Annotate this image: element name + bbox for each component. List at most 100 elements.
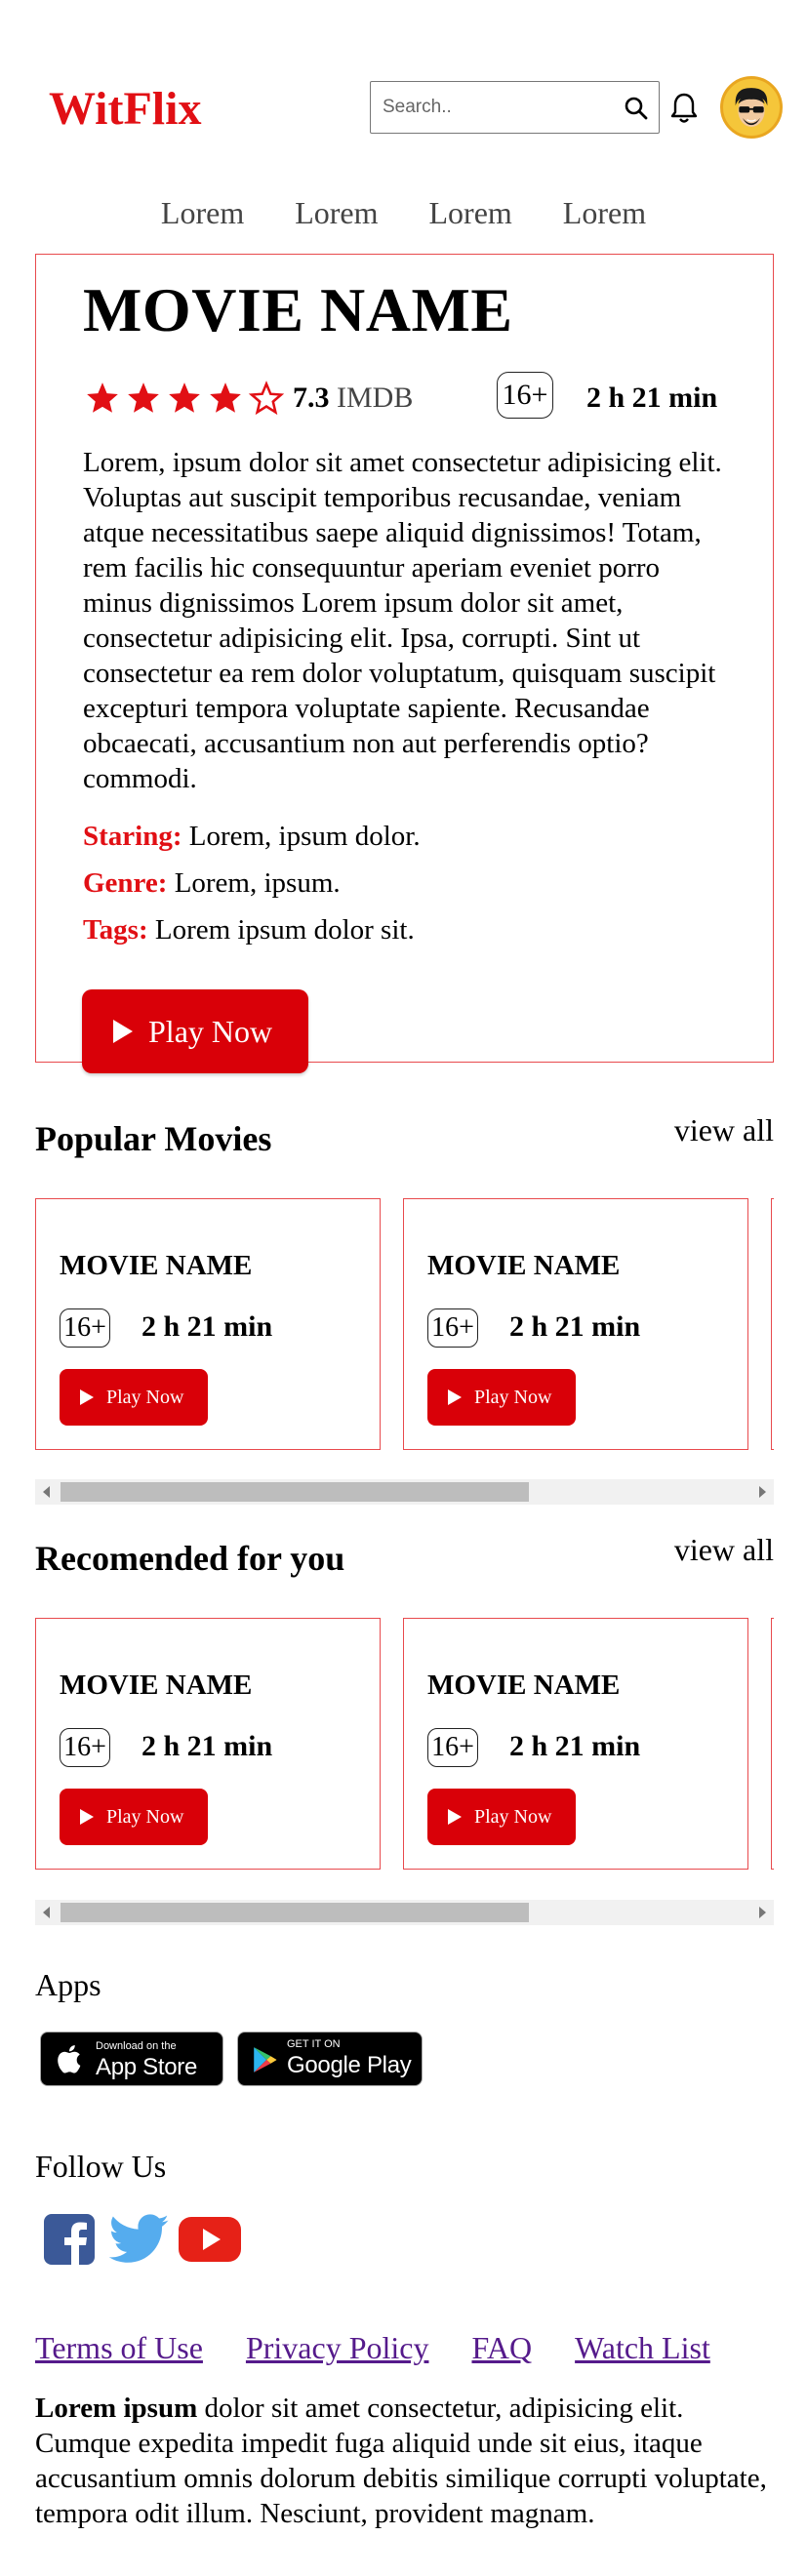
follow-us-label: Follow Us	[35, 2149, 167, 2184]
recommended-movies-row[interactable]: MOVIE NAME 16+ 2 h 21 min Play Now MOVIE…	[35, 1618, 774, 1872]
play-now-button[interactable]: Play Now	[427, 1789, 576, 1845]
play-icon	[448, 1389, 462, 1405]
play-now-label: Play Now	[148, 1013, 273, 1049]
scrollbar-thumb[interactable]	[61, 1482, 529, 1502]
imdb-score: 7.3	[293, 382, 330, 414]
twitter-icon[interactable]	[109, 2213, 170, 2266]
scroll-left-arrow-icon[interactable]	[43, 1907, 50, 1918]
nav-link[interactable]: Lorem	[563, 195, 646, 231]
footer-links: Terms of Use Privacy Policy FAQ Watch List	[35, 2330, 774, 2366]
imdb-label: IMDB	[337, 382, 414, 414]
appstore-small-text: Download on the	[96, 2040, 177, 2052]
genre-row: Genre: Lorem, ipsum.	[83, 867, 341, 900]
googleplay-big-text: Google Play	[287, 2052, 412, 2078]
popular-movies-row[interactable]: MOVIE NAME 16+ 2 h 21 min Play Now MOVIE…	[35, 1198, 774, 1452]
genre-label: Genre:	[83, 867, 168, 899]
header: WitFlix	[0, 68, 807, 146]
scroll-right-arrow-icon[interactable]	[759, 1486, 766, 1498]
movie-card[interactable]: MOVIE NAME 16+ 2 h 21 min Play Now	[35, 1198, 381, 1450]
play-now-button[interactable]: Play Now	[60, 1789, 208, 1845]
movie-duration: 2 h 21 min	[509, 1310, 641, 1343]
apple-icon	[58, 2044, 81, 2073]
tags-row: Tags: Lorem ipsum dolor sit.	[83, 914, 415, 946]
movie-card-title: MOVIE NAME	[60, 1670, 253, 1701]
movie-card[interactable]: MOVIE NAME 16+ 2 h 21 min Play Now	[35, 1618, 381, 1870]
star-filled-icon	[128, 382, 159, 413]
play-icon	[448, 1809, 462, 1825]
popular-view-all-link[interactable]: view all	[674, 1112, 774, 1148]
scroll-right-arrow-icon[interactable]	[759, 1907, 766, 1918]
movie-duration: 2 h 21 min	[141, 1310, 273, 1343]
nav-link[interactable]: Lorem	[161, 195, 244, 231]
apps-label: Apps	[35, 1967, 101, 2002]
nav-link[interactable]: Lorem	[295, 195, 378, 231]
scroll-left-arrow-icon[interactable]	[43, 1486, 50, 1498]
star-empty-icon	[248, 381, 285, 416]
play-now-label: Play Now	[106, 1805, 184, 1828]
movie-description: Lorem, ipsum dolor sit amet consectetur …	[83, 447, 722, 794]
play-now-label: Play Now	[474, 1386, 552, 1408]
play-now-label: Play Now	[474, 1805, 552, 1828]
movie-duration: 2 h 21 min	[509, 1730, 641, 1762]
google-play-icon	[254, 2047, 277, 2073]
recommended-section-title: Recomended for you	[35, 1539, 345, 1578]
googleplay-small-text: GET IT ON	[287, 2038, 341, 2050]
youtube-icon[interactable]	[178, 2213, 242, 2266]
top-nav: Lorem Lorem Lorem Lorem	[0, 195, 807, 231]
age-rating-badge: 16+	[497, 372, 553, 419]
google-play-badge[interactable]: GET IT ON Google Play	[237, 2032, 423, 2086]
search-icon[interactable]	[624, 96, 649, 121]
tags-value: Lorem ipsum dolor sit.	[154, 914, 415, 946]
faq-link[interactable]: FAQ	[471, 2330, 532, 2365]
terms-of-use-link[interactable]: Terms of Use	[35, 2330, 203, 2365]
popular-horizontal-scrollbar[interactable]	[35, 1479, 774, 1505]
movie-card[interactable]: MOVIE NAME 16+ 2 h 21 min Play Now	[403, 1618, 748, 1870]
imdb-rating: 7.3 IMDB	[293, 382, 413, 415]
age-rating-badge: 16+	[427, 1308, 478, 1348]
age-rating-badge: 16+	[60, 1728, 110, 1767]
movie-card-title: MOVIE NAME	[427, 1670, 621, 1701]
watch-list-link[interactable]: Watch List	[575, 2330, 710, 2365]
play-icon	[113, 1020, 133, 1043]
staring-label: Staring:	[83, 821, 182, 852]
footer-about-text: Lorem ipsum dolor sit amet consectetur, …	[35, 2391, 777, 2531]
movie-duration: 2 h 21 min	[586, 382, 718, 414]
popular-section-title: Popular Movies	[35, 1119, 272, 1158]
search-box[interactable]	[370, 81, 660, 134]
movie-card-title: MOVIE NAME	[427, 1250, 621, 1281]
staring-value: Lorem, ipsum dolor.	[188, 821, 421, 852]
logo[interactable]: WitFlix	[49, 82, 201, 136]
recommended-horizontal-scrollbar[interactable]	[35, 1900, 774, 1925]
star-filled-icon	[169, 382, 200, 413]
avatar[interactable]	[720, 76, 783, 139]
play-now-button[interactable]: Play Now	[60, 1369, 208, 1426]
play-icon	[80, 1389, 94, 1405]
movie-card-title: MOVIE NAME	[60, 1250, 253, 1281]
rating-row: 7.3 IMDB 16+ 2 h 21 min	[83, 372, 756, 423]
movie-card-partial[interactable]	[771, 1198, 774, 1450]
play-now-button[interactable]: Play Now	[427, 1369, 576, 1426]
recommended-view-all-link[interactable]: view all	[674, 1532, 774, 1568]
staring-row: Staring: Lorem, ipsum dolor.	[83, 821, 421, 853]
movie-card[interactable]: MOVIE NAME 16+ 2 h 21 min Play Now	[403, 1198, 748, 1450]
star-filled-icon	[210, 382, 241, 413]
nav-link[interactable]: Lorem	[429, 195, 512, 231]
search-input[interactable]	[383, 94, 607, 121]
movie-card-partial[interactable]	[771, 1618, 774, 1870]
genre-value: Lorem, ipsum.	[174, 867, 341, 899]
facebook-icon[interactable]	[43, 2213, 96, 2266]
scrollbar-thumb[interactable]	[61, 1903, 529, 1922]
privacy-policy-link[interactable]: Privacy Policy	[246, 2330, 429, 2365]
age-rating-badge: 16+	[60, 1308, 110, 1348]
appstore-big-text: App Store	[96, 2054, 198, 2080]
app-store-badge[interactable]: Download on the App Store	[40, 2032, 223, 2086]
about-bold: Lorem ipsum	[35, 2393, 198, 2424]
play-now-button[interactable]: Play Now	[82, 989, 308, 1073]
page: WitFlix LoremLore	[0, 0, 807, 2576]
tags-label: Tags:	[83, 914, 148, 946]
hero-movie-card: MOVIE NAME 7.3 IMDB 16+ 2 h 21 min Lorem…	[35, 254, 774, 1063]
bell-icon[interactable]	[669, 92, 699, 125]
star-filled-icon	[87, 382, 118, 413]
play-icon	[80, 1809, 94, 1825]
movie-duration: 2 h 21 min	[141, 1730, 273, 1762]
